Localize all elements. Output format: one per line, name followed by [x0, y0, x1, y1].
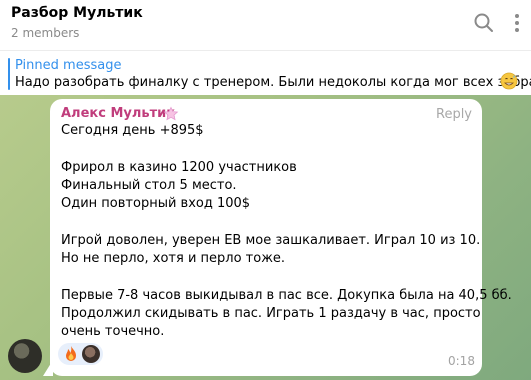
reaction-user-avatar[interactable] — [82, 345, 100, 363]
message-line: Один повторный вход 100$ — [61, 196, 251, 211]
search-icon[interactable] — [473, 12, 495, 34]
chat-title[interactable]: Разбор Мультик — [11, 5, 143, 21]
star-icon — [163, 106, 179, 121]
avatar[interactable] — [8, 339, 42, 373]
message-line: Но не перло, хотя и перло тоже. — [61, 251, 286, 266]
sender-name[interactable]: Алекс Мультик — [61, 106, 175, 121]
reply-button[interactable]: Reply — [436, 107, 472, 122]
grinning-sweat-emoji — [500, 72, 518, 90]
more-vertical-icon[interactable] — [506, 12, 528, 34]
message-line: Первые 7-8 часов выкидывал в пас все. До… — [61, 288, 512, 303]
chat-header: Разбор Мультик 2 members — [0, 0, 531, 50]
pinned-text: Надо разобрать финалку с тренером. Были … — [15, 75, 531, 90]
members-count: 2 members — [11, 26, 80, 40]
message-line: Финальный стол 5 место. — [61, 178, 237, 193]
message-time: 0:18 — [448, 354, 475, 368]
message-line: очень точечно. — [61, 324, 165, 339]
message-line: Продолжил скидывать в пас. Играть 1 разд… — [61, 306, 481, 321]
message-line: Игрой доволен, уверен EB мое зашкаливает… — [61, 233, 481, 248]
message-line: Сегодня день +895$ — [61, 123, 204, 138]
pinned-accent-bar — [8, 58, 10, 90]
pinned-message-bar[interactable]: Pinned message Надо разобрать финалку с … — [0, 50, 531, 95]
message-line: Фрирол в казино 1200 участников — [61, 160, 297, 175]
pinned-label: Pinned message — [15, 58, 122, 73]
fire-icon[interactable] — [62, 345, 80, 363]
